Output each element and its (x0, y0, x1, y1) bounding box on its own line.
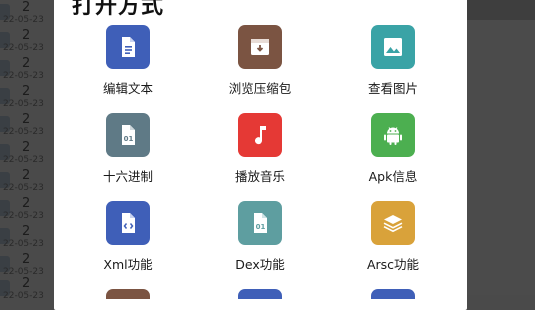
tile-label: 十六进制 (102, 169, 153, 184)
tile-label: Xml功能 (103, 257, 153, 272)
tile-label: 编辑文本 (102, 81, 153, 96)
list-item[interactable]: 2 22-05-23 (0, 222, 60, 250)
tile-label: 浏览压缩包 (228, 81, 292, 96)
tile-label: Arsc功能 (366, 257, 420, 272)
tile-partial-icon[interactable] (371, 289, 415, 299)
archive-icon (238, 25, 282, 69)
tile-label: 查看图片 (367, 81, 418, 96)
list-item[interactable]: 2 22-05-23 (0, 274, 60, 302)
list-item[interactable]: 2 22-05-23 (0, 138, 60, 166)
tile-partial-icon[interactable] (238, 289, 282, 299)
dex-file-icon: 01 (238, 201, 282, 245)
list-item[interactable]: 2 22-05-23 (0, 110, 60, 138)
music-note-icon (238, 113, 282, 157)
svg-text:01: 01 (124, 135, 134, 143)
image-icon (371, 25, 415, 69)
list-item[interactable]: 2 22-05-23 (0, 166, 60, 194)
tile-label: Dex功能 (235, 257, 285, 272)
background-file-list: 2 22-05-23 2 22-05-23 2 22-05-23 2 22-05… (0, 0, 60, 301)
list-item[interactable]: 2 22-05-23 (0, 0, 60, 26)
background-right-panel (467, 0, 535, 295)
list-item[interactable]: 2 22-05-23 (0, 26, 60, 54)
background-header (467, 0, 535, 20)
list-item[interactable]: 2 22-05-23 (0, 82, 60, 110)
tile-label: Apk信息 (368, 169, 418, 184)
svg-text:01: 01 (256, 223, 266, 231)
list-item[interactable]: 2 22-05-23 (0, 54, 60, 82)
open-with-dialog: 打开方式 编辑文本 浏览压缩包 查看图片 01 十六进制 播放音乐 Apk信息 … (54, 0, 467, 310)
tile-label: 播放音乐 (234, 169, 285, 184)
tile-partial-icon[interactable] (106, 289, 150, 299)
file-text-icon (106, 25, 150, 69)
layers-icon (371, 201, 415, 245)
list-item[interactable]: 2 22-05-23 (0, 194, 60, 222)
hex-file-icon: 01 (106, 113, 150, 157)
android-icon (371, 113, 415, 157)
dialog-title: 打开方式 (72, 0, 165, 19)
xml-file-icon (106, 201, 150, 245)
